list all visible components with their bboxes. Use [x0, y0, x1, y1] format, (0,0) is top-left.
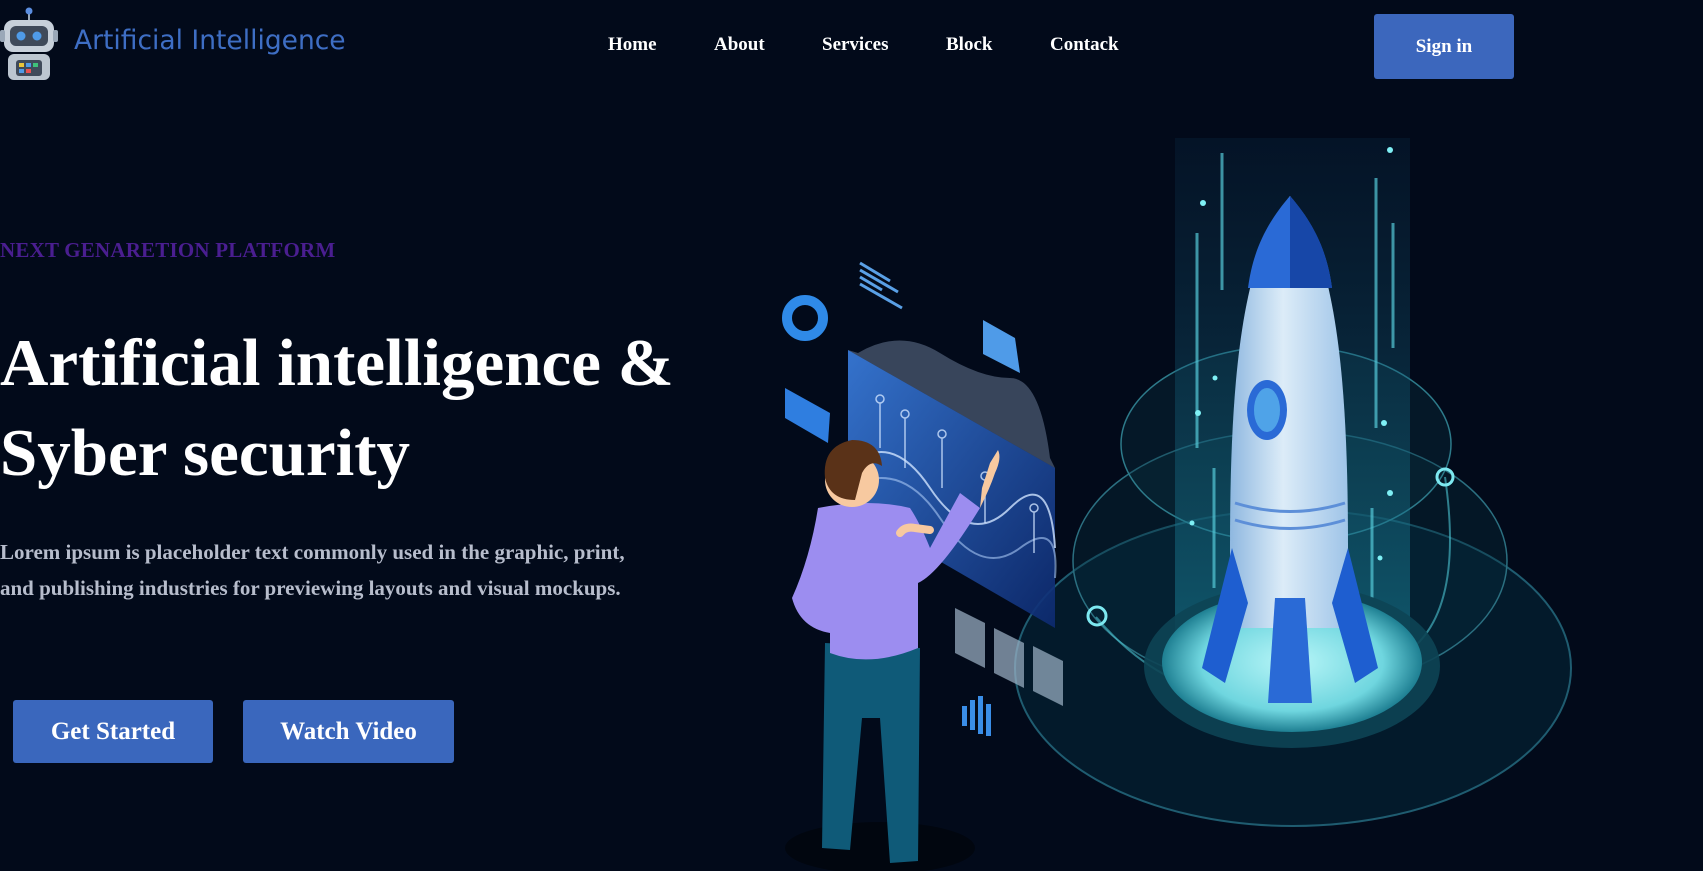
- hero-description-line-2: and publishing industries for previewing…: [0, 576, 621, 600]
- rocket-launch-illustration: [782, 138, 1572, 871]
- hero-eyebrow: NEXT GENARETION PLATFORM: [0, 238, 336, 262]
- hero-description-line-1: Lorem ipsum is placeholder text commonly…: [0, 540, 625, 564]
- watch-video-button[interactable]: Watch Video: [243, 700, 454, 763]
- hero-description: Lorem ipsum is placeholder text commonly…: [0, 534, 700, 606]
- nav-link-contact[interactable]: Contack: [1050, 34, 1119, 56]
- hero-title: Artificial intelligence & Syber security: [0, 318, 674, 498]
- sign-in-button[interactable]: Sign in: [1374, 14, 1514, 79]
- hero-title-line-1: Artificial intelligence &: [0, 326, 674, 400]
- hero-title-line-2: Syber security: [0, 416, 411, 490]
- nav-link-block[interactable]: Block: [946, 34, 992, 56]
- nav-link-about[interactable]: About: [714, 34, 765, 56]
- nav-link-services[interactable]: Services: [822, 34, 888, 56]
- get-started-button[interactable]: Get Started: [13, 700, 213, 763]
- nav-link-home[interactable]: Home: [608, 34, 657, 56]
